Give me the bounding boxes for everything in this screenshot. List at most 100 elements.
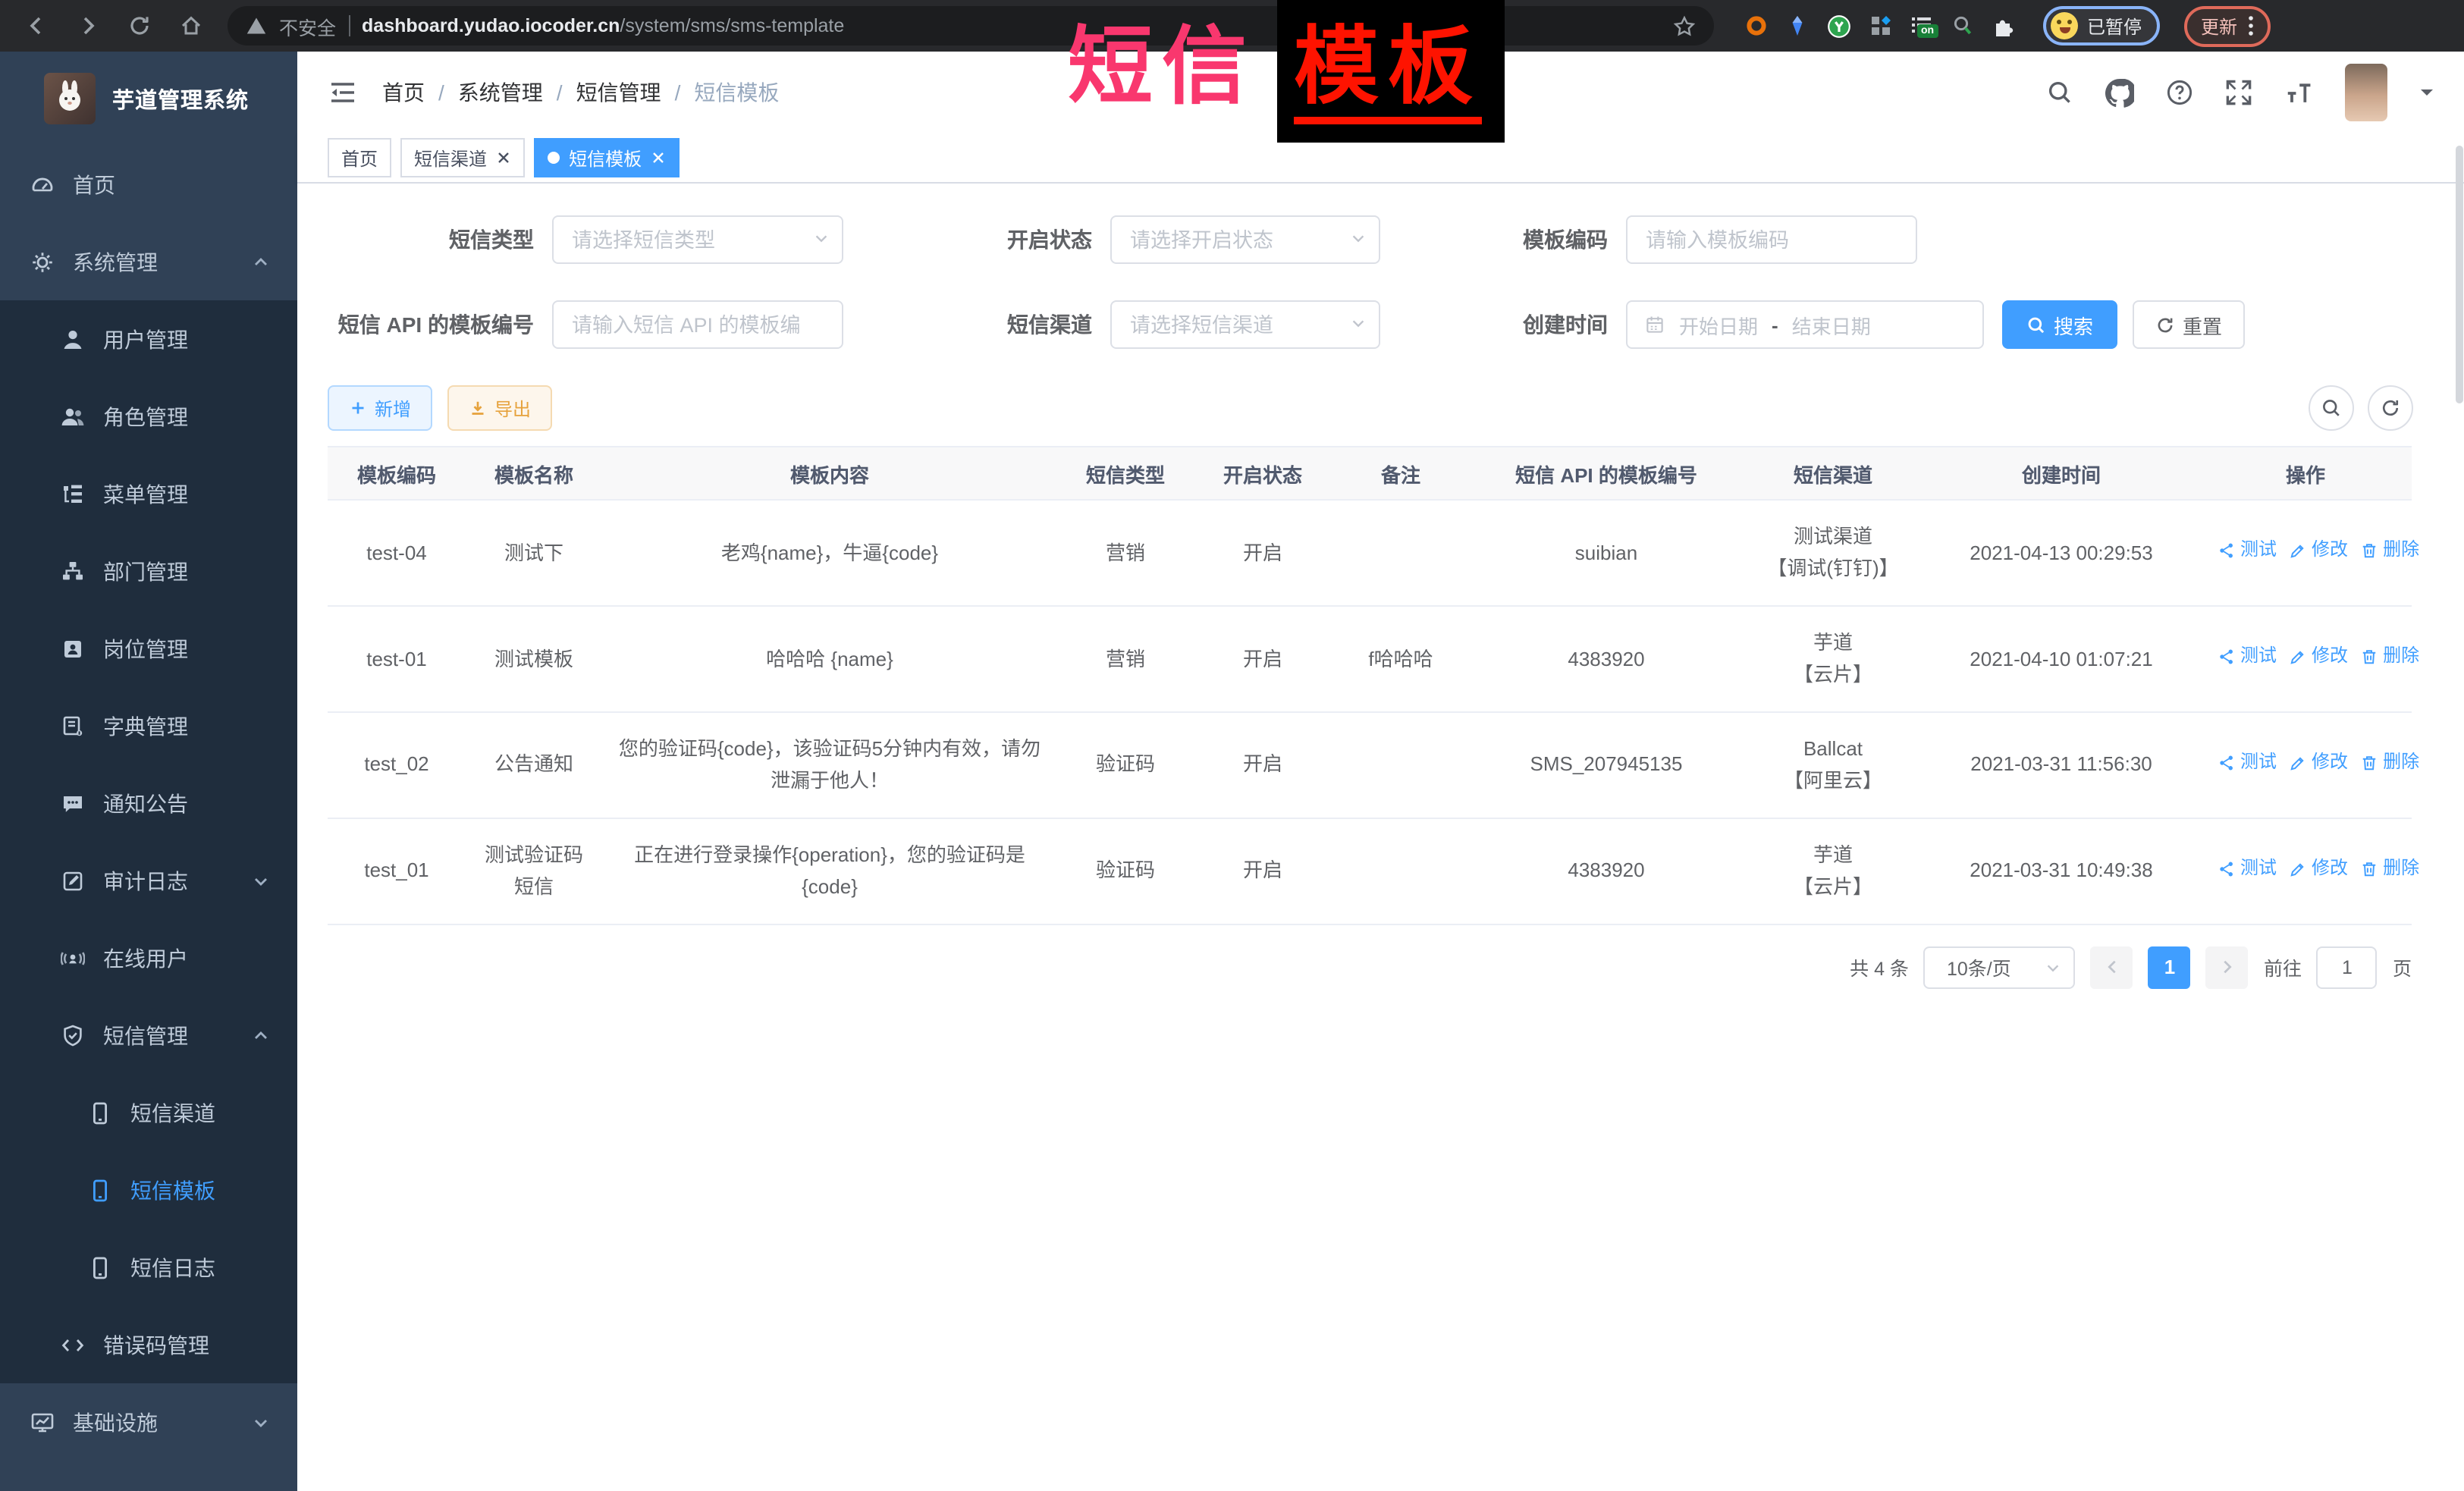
sidebar-item-system[interactable]: 系统管理 xyxy=(0,223,297,300)
search-icon[interactable] xyxy=(2045,79,2073,106)
sidebar-submenu-system: 用户管理 角色管理 菜单管理 部门管理 xyxy=(0,300,297,1383)
sidebar-item-sms-template[interactable]: 短信模板 xyxy=(0,1151,297,1229)
goto-page-input[interactable] xyxy=(2317,946,2378,988)
github-icon[interactable] xyxy=(2105,78,2133,107)
sidebar-item-dept-mgmt[interactable]: 部门管理 xyxy=(0,532,297,610)
row-actions: 测试修改删除 xyxy=(2199,818,2412,924)
green-y-extension-icon[interactable] xyxy=(1826,13,1852,39)
sidebar-item-home[interactable]: 首页 xyxy=(0,146,297,223)
sidebar-item-audit-log[interactable]: 审计日志 xyxy=(0,842,297,919)
sidebar-item-role-mgmt[interactable]: 角色管理 xyxy=(0,378,297,455)
sidebar-item-infra[interactable]: 基础设施 xyxy=(0,1383,297,1461)
tab-home[interactable]: 首页 xyxy=(328,138,391,177)
status-select[interactable] xyxy=(1110,215,1380,264)
test-link[interactable]: 测试 xyxy=(2218,854,2277,884)
sidebar-item-errorcode-mgmt[interactable]: 错误码管理 xyxy=(0,1306,297,1383)
delete-link[interactable]: 删除 xyxy=(2360,854,2419,884)
monitor-chart-icon xyxy=(30,1410,55,1434)
export-button[interactable]: 导出 xyxy=(447,385,552,431)
prev-page-button[interactable] xyxy=(2091,946,2133,988)
kebab-menu-icon[interactable] xyxy=(2248,15,2254,36)
logo-rabbit-image xyxy=(44,73,96,124)
page-size-select[interactable]: 10条/页 xyxy=(1924,946,2076,988)
edit-link[interactable]: 修改 xyxy=(2289,748,2348,778)
app-logo[interactable]: 芋道管理系统 xyxy=(0,52,297,146)
edit-link[interactable]: 修改 xyxy=(2289,642,2348,672)
test-link[interactable]: 测试 xyxy=(2218,748,2277,778)
chevron-down-icon xyxy=(2045,959,2062,976)
sms-channel-select[interactable] xyxy=(1110,300,1380,349)
tab-sms-channel[interactable]: 短信渠道 xyxy=(400,138,525,177)
filter-label-sms-type: 短信类型 xyxy=(449,224,552,255)
share-icon xyxy=(2218,754,2236,772)
home-icon[interactable] xyxy=(170,5,212,47)
share-icon xyxy=(2218,648,2236,666)
tab-sms-template[interactable]: 短信模板 xyxy=(534,138,680,177)
edit-link[interactable]: 修改 xyxy=(2289,536,2348,567)
magnifier-extension-icon[interactable] xyxy=(1951,14,1975,38)
col-remark: 备注 xyxy=(1332,447,1470,500)
sidebar-item-menu-mgmt[interactable]: 菜单管理 xyxy=(0,455,297,532)
caret-down-icon[interactable] xyxy=(2418,85,2434,100)
close-icon[interactable] xyxy=(651,150,666,165)
breadcrumb-sms[interactable]: 短信管理 xyxy=(576,77,661,108)
delete-link[interactable]: 删除 xyxy=(2360,536,2419,567)
app-title: 芋道管理系统 xyxy=(112,83,249,115)
reset-button[interactable]: 重置 xyxy=(2133,300,2245,349)
api-template-id-input[interactable] xyxy=(552,300,843,349)
help-icon[interactable] xyxy=(2165,79,2192,106)
list-on-extension-icon[interactable]: on xyxy=(1910,14,1934,38)
filter-label-api-template-id: 短信 API 的模板编号 xyxy=(338,309,552,340)
user-avatar[interactable] xyxy=(2344,64,2387,121)
sidebar-item-notice[interactable]: 通知公告 xyxy=(0,764,297,842)
reload-icon[interactable] xyxy=(118,5,161,47)
start-date-placeholder: 开始日期 xyxy=(1679,310,1758,339)
sidebar-item-post-mgmt[interactable]: 岗位管理 xyxy=(0,610,297,687)
breadcrumb-system[interactable]: 系统管理 xyxy=(458,77,543,108)
sidebar-collapse-icon[interactable] xyxy=(328,77,358,108)
code-icon xyxy=(61,1332,85,1357)
fullscreen-icon[interactable] xyxy=(2224,79,2252,106)
font-size-icon[interactable] xyxy=(2284,78,2312,107)
toggle-search-button[interactable] xyxy=(2308,385,2353,431)
table-toolbar: 新增 导出 xyxy=(328,385,2434,431)
sidebar-item-user-mgmt[interactable]: 用户管理 xyxy=(0,300,297,378)
breadcrumb-home[interactable]: 首页 xyxy=(382,77,425,108)
grid-diamond-extension-icon[interactable] xyxy=(1869,14,1893,38)
chevron-up-icon xyxy=(252,1026,270,1044)
puzzle-extension-icon[interactable] xyxy=(1992,14,2016,38)
bookmark-star-icon[interactable] xyxy=(1673,14,1696,37)
delete-link[interactable]: 删除 xyxy=(2360,748,2419,778)
forward-icon[interactable] xyxy=(67,5,109,47)
browser-profile-chip[interactable]: 已暂停 xyxy=(2043,6,2160,46)
sidebar-item-sms-channel[interactable]: 短信渠道 xyxy=(0,1074,297,1151)
col-status: 开启状态 xyxy=(1194,447,1332,500)
sidebar-item-sms-mgmt[interactable]: 短信管理 xyxy=(0,997,297,1074)
test-link[interactable]: 测试 xyxy=(2218,536,2277,567)
trash-icon xyxy=(2360,541,2378,560)
dashboard-icon xyxy=(30,172,55,196)
sidebar-item-dict-mgmt[interactable]: 字典管理 xyxy=(0,687,297,764)
trash-icon xyxy=(2360,648,2378,666)
page-number-1[interactable]: 1 xyxy=(2149,946,2191,988)
filter-label-template-code: 模板编码 xyxy=(1523,224,1626,255)
refresh-button[interactable] xyxy=(2367,385,2412,431)
chevron-up-icon xyxy=(252,253,270,271)
back-icon[interactable] xyxy=(15,5,58,47)
close-icon[interactable] xyxy=(496,150,511,165)
search-button[interactable]: 搜索 xyxy=(2002,300,2117,349)
next-page-button[interactable] xyxy=(2206,946,2249,988)
add-button[interactable]: 新增 xyxy=(328,385,432,431)
edit-link[interactable]: 修改 xyxy=(2289,854,2348,884)
scrollbar-thumb[interactable] xyxy=(2455,146,2462,403)
delete-link[interactable]: 删除 xyxy=(2360,642,2419,672)
blue-pin-extension-icon[interactable] xyxy=(1785,14,1810,38)
test-link[interactable]: 测试 xyxy=(2218,642,2277,672)
template-code-input[interactable] xyxy=(1626,215,1917,264)
browser-update-button[interactable]: 更新 xyxy=(2184,5,2271,46)
sidebar-item-sms-log[interactable]: 短信日志 xyxy=(0,1229,297,1306)
sidebar-item-online-users[interactable]: 在线用户 xyxy=(0,919,297,997)
create-time-range-picker[interactable]: 开始日期 - 结束日期 xyxy=(1626,300,1984,349)
orange-ring-extension-icon[interactable] xyxy=(1744,14,1769,38)
sms-type-select[interactable] xyxy=(552,215,843,264)
